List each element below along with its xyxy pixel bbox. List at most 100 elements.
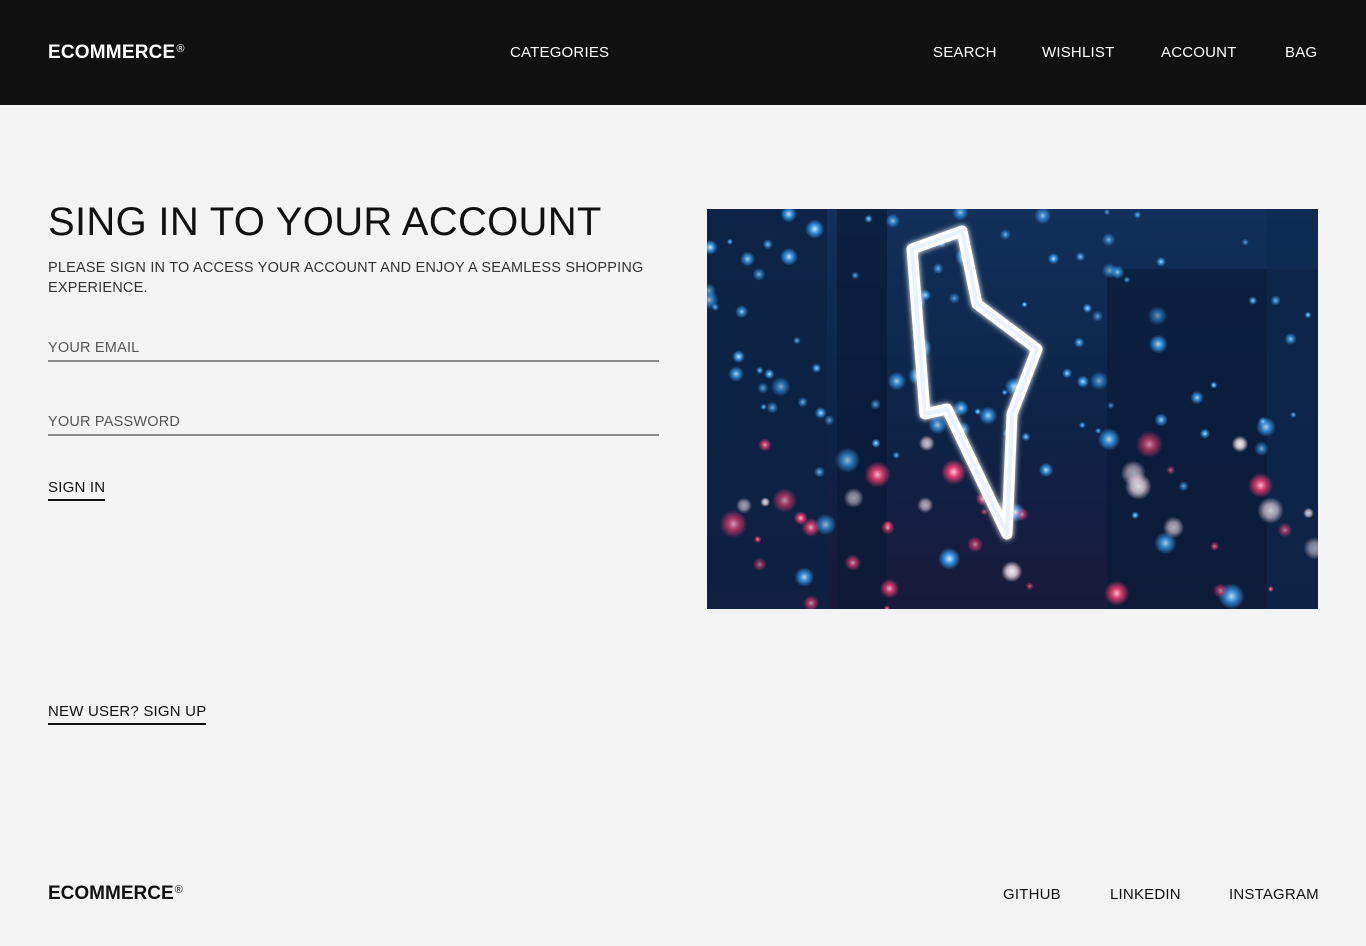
- nav-wishlist[interactable]: WISHLIST: [1042, 44, 1114, 61]
- bokeh-light: [756, 366, 764, 375]
- email-field[interactable]: [48, 336, 659, 362]
- bokeh-light: [917, 496, 934, 514]
- site-header: ECOMMERCE® CATEGORIES SEARCH WISHLIST AC…: [0, 0, 1366, 105]
- nav-search[interactable]: SEARCH: [933, 44, 997, 61]
- bokeh-light: [814, 513, 837, 536]
- bokeh-light: [1248, 296, 1258, 305]
- bokeh-light: [740, 251, 756, 267]
- bokeh-light: [1097, 427, 1121, 451]
- bokeh-light: [1241, 238, 1249, 246]
- bokeh-light: [892, 451, 900, 459]
- page-title: SING IN TO YOUR ACCOUNT: [48, 200, 602, 244]
- bokeh-light: [805, 219, 825, 239]
- bokeh-light: [1270, 295, 1281, 306]
- bokeh-light: [1290, 411, 1297, 418]
- bokeh-light: [797, 396, 808, 408]
- sign-up-link[interactable]: NEW USER? SIGN UP: [48, 703, 207, 725]
- bokeh-light: [932, 263, 944, 274]
- bokeh-light: [967, 536, 984, 553]
- footer-instagram-link[interactable]: INSTAGRAM: [1229, 886, 1319, 903]
- bokeh-light: [844, 554, 861, 571]
- bokeh-light: [732, 350, 745, 363]
- sign-in-button[interactable]: SIGN IN: [48, 479, 106, 501]
- bokeh-light: [1199, 428, 1210, 439]
- bokeh-light: [948, 292, 961, 304]
- bokeh-light: [851, 271, 860, 280]
- bokeh-light: [1213, 583, 1228, 598]
- bokeh-light: [1248, 472, 1274, 498]
- bokeh-light: [843, 488, 864, 508]
- neon-city-illustration: [707, 209, 1318, 609]
- bokeh-light: [1303, 507, 1314, 519]
- bokeh-light: [1135, 430, 1163, 458]
- bokeh-light: [760, 497, 770, 507]
- bokeh-light: [760, 403, 767, 411]
- bokeh-light: [1210, 541, 1220, 551]
- bokeh-light: [813, 466, 825, 478]
- bokeh-light: [1062, 368, 1073, 379]
- bokeh-light: [1089, 371, 1109, 391]
- bokeh-light: [1001, 389, 1008, 396]
- bokeh-light: [1178, 481, 1189, 492]
- bokeh-light: [728, 366, 744, 382]
- brand-name: ECOMMERCE: [48, 42, 176, 63]
- bokeh-light: [1124, 473, 1152, 500]
- bokeh-light: [1267, 586, 1274, 592]
- bokeh-light: [938, 547, 961, 570]
- bokeh-light: [1103, 209, 1110, 216]
- bokeh-light: [764, 368, 775, 380]
- bokeh-light: [1001, 561, 1023, 583]
- bokeh-light: [753, 535, 762, 544]
- bokeh-light: [887, 371, 907, 391]
- page-subtitle: PLEASE SIGN IN TO ACCESS YOUR ACCOUNT AN…: [48, 260, 644, 296]
- bokeh-light: [1277, 522, 1293, 538]
- footer-github-link[interactable]: GITHUB: [1003, 886, 1061, 903]
- bokeh-light: [1015, 507, 1029, 522]
- bokeh-light: [752, 557, 767, 572]
- bokeh-light: [864, 214, 873, 223]
- bokeh-light: [870, 399, 881, 410]
- bokeh-light: [879, 578, 900, 599]
- bokeh-light: [864, 461, 891, 488]
- bokeh-light: [766, 401, 779, 414]
- bokeh-light: [794, 567, 815, 587]
- bokeh-light: [1133, 210, 1142, 219]
- bokeh-light: [978, 406, 998, 425]
- password-field[interactable]: [48, 410, 659, 436]
- brand-logo[interactable]: ECOMMERCE®: [48, 42, 185, 64]
- bokeh-light: [885, 213, 900, 228]
- bokeh-light: [1073, 337, 1085, 348]
- bokeh-light: [1021, 301, 1028, 308]
- bokeh-light: [1258, 416, 1268, 427]
- nav-account[interactable]: ACCOUNT: [1161, 44, 1237, 61]
- bokeh-light: [1162, 516, 1185, 538]
- bokeh-light: [1154, 413, 1168, 427]
- bokeh-light: [941, 459, 967, 485]
- bokeh-light: [1101, 262, 1118, 279]
- nav-categories[interactable]: CATEGORIES: [510, 44, 609, 61]
- bokeh-light: [1104, 580, 1130, 606]
- bokeh-light: [918, 435, 935, 452]
- bokeh-light: [771, 377, 791, 397]
- bokeh-light: [814, 407, 827, 419]
- footer-registered-mark: ®: [174, 884, 183, 896]
- bokeh-light: [762, 239, 773, 250]
- bokeh-light: [758, 438, 772, 452]
- bokeh-light: [1047, 252, 1060, 265]
- bokeh-light: [1076, 375, 1090, 388]
- bokeh-light: [1148, 334, 1168, 354]
- bokeh-light: [1156, 256, 1166, 267]
- footer-brand-logo[interactable]: ECOMMERCE®: [48, 883, 183, 905]
- nav-bag[interactable]: BAG: [1285, 44, 1317, 61]
- bokeh-light: [1190, 390, 1204, 405]
- bokeh-light: [793, 336, 801, 345]
- hero-image: [707, 209, 1318, 609]
- bokeh-light: [1092, 310, 1103, 322]
- bokeh-light: [1166, 465, 1176, 475]
- bokeh-light: [999, 229, 1011, 241]
- bokeh-light: [752, 267, 766, 281]
- bokeh-light: [1025, 582, 1034, 591]
- footer-linkedin-link[interactable]: LINKEDIN: [1110, 886, 1181, 903]
- bokeh-light: [757, 382, 769, 394]
- bokeh-light: [1131, 511, 1140, 520]
